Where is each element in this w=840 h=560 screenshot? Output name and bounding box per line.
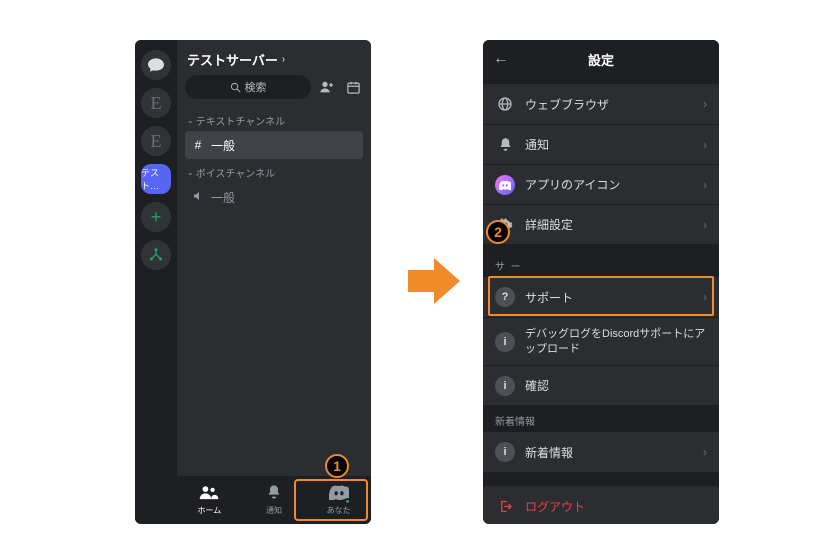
- nav-notifications-label: 通知: [266, 505, 282, 516]
- nav-home-label: ホーム: [197, 505, 221, 516]
- info-icon: i: [495, 376, 515, 396]
- caret-down-icon: ⌄: [187, 116, 194, 125]
- discord-channel-screen: E E テスト… + テストサーバー › 検索: [135, 40, 371, 524]
- category-text-channels[interactable]: ⌄ テキストチャンネル: [185, 107, 363, 131]
- person-plus-icon: [319, 79, 335, 95]
- discover-servers-button[interactable]: [141, 240, 171, 270]
- caret-down-icon: ⌄: [187, 168, 194, 177]
- confirm-label: 確認: [525, 377, 707, 394]
- speaker-icon: [191, 190, 205, 205]
- category-text-label: テキストチャンネル: [196, 113, 285, 128]
- settings-item-debug-upload[interactable]: i デバッグログをDiscordサポートにアップロード: [483, 317, 719, 365]
- friends-icon: [199, 484, 219, 504]
- settings-item-app-icon[interactable]: アプリのアイコン ›: [483, 164, 719, 204]
- server-icon-selected[interactable]: テスト…: [141, 164, 171, 194]
- channel-general-voice[interactable]: 一般: [185, 183, 363, 211]
- discord-app-icon: [495, 175, 515, 195]
- info-icon: i: [495, 442, 515, 462]
- settings-item-logout[interactable]: ログアウト: [483, 486, 719, 524]
- chevron-right-icon: ›: [703, 290, 707, 304]
- dm-button[interactable]: [141, 50, 171, 80]
- group-label-support: サ ー: [483, 244, 719, 277]
- server-icon-e2[interactable]: E: [141, 126, 171, 156]
- channel-voice-label: 一般: [211, 189, 235, 206]
- settings-item-notifications[interactable]: 通知 ›: [483, 124, 719, 164]
- chevron-right-icon: ›: [703, 138, 707, 152]
- globe-icon: [495, 94, 515, 114]
- settings-item-support[interactable]: ? サポート ›: [483, 277, 719, 317]
- chat-bubble-icon: [148, 58, 164, 72]
- callout-highlight-1: [294, 479, 368, 521]
- notifications-label: 通知: [525, 136, 693, 153]
- channel-general-text[interactable]: # 一般: [185, 131, 363, 159]
- bell-icon: [266, 484, 282, 504]
- logout-icon: [495, 496, 515, 516]
- question-icon: ?: [495, 287, 515, 307]
- search-label: 検索: [245, 79, 267, 95]
- advanced-label: 詳細設定: [525, 216, 693, 233]
- info-icon: i: [495, 332, 515, 352]
- app-icon-label: アプリのアイコン: [525, 176, 693, 193]
- search-input[interactable]: 検索: [185, 75, 311, 99]
- channel-general-label: 一般: [211, 137, 235, 154]
- group-label-whats-new: 新着情報: [483, 405, 719, 432]
- settings-header: ← 設定: [483, 40, 719, 78]
- settings-item-whats-new[interactable]: i 新着情報 ›: [483, 432, 719, 472]
- settings-item-advanced[interactable]: 詳細設定 ›: [483, 204, 719, 244]
- chevron-right-icon: ›: [703, 178, 707, 192]
- hash-icon: #: [191, 138, 205, 152]
- chevron-right-icon: ›: [703, 445, 707, 459]
- server-icon-e1[interactable]: E: [141, 88, 171, 118]
- discord-settings-screen: ← 設定 ウェブブラウザ › 通知 › アプリのアイコン ›: [483, 40, 719, 524]
- transition-arrow: [408, 258, 460, 304]
- chevron-right-icon: ›: [282, 54, 285, 65]
- settings-item-web-browser[interactable]: ウェブブラウザ ›: [483, 84, 719, 124]
- magnifier-icon: [230, 82, 241, 93]
- settings-body: ウェブブラウザ › 通知 › アプリのアイコン › 詳細設定 › サ ー: [483, 78, 719, 524]
- server-rail: E E テスト… +: [135, 40, 177, 524]
- back-button[interactable]: ←: [493, 50, 509, 68]
- search-row: 検索: [185, 75, 363, 99]
- settings-item-confirm[interactable]: i 確認: [483, 365, 719, 405]
- bell-icon: [495, 135, 515, 155]
- invite-button[interactable]: [317, 77, 337, 97]
- server-title[interactable]: テストサーバー ›: [185, 48, 363, 75]
- category-voice-label: ボイスチャンネル: [196, 165, 275, 180]
- settings-title: 設定: [588, 50, 614, 69]
- chevron-right-icon: ›: [703, 218, 707, 232]
- calendar-icon: [346, 80, 361, 95]
- support-label: サポート: [525, 289, 693, 306]
- logout-label: ログアウト: [525, 498, 707, 515]
- callout-badge-1: 1: [325, 454, 349, 478]
- chevron-right-icon: ›: [703, 97, 707, 111]
- channel-pane: テストサーバー › 検索 ⌄ テキストチャンネル # 一般 ⌄ ボイスチャンネ: [177, 40, 371, 524]
- server-title-text: テストサーバー: [187, 50, 278, 69]
- bottom-nav: ホーム 通知 あなた: [177, 476, 371, 524]
- debug-upload-label: デバッグログをDiscordサポートにアップロード: [525, 327, 707, 357]
- nav-home[interactable]: ホーム: [177, 476, 242, 524]
- callout-badge-2: 2: [486, 220, 510, 244]
- category-voice-channels[interactable]: ⌄ ボイスチャンネル: [185, 159, 363, 183]
- hub-icon: [148, 247, 164, 263]
- calendar-button[interactable]: [343, 77, 363, 97]
- whats-new-label: 新着情報: [525, 444, 693, 461]
- add-server-button[interactable]: +: [141, 202, 171, 232]
- web-browser-label: ウェブブラウザ: [525, 96, 693, 113]
